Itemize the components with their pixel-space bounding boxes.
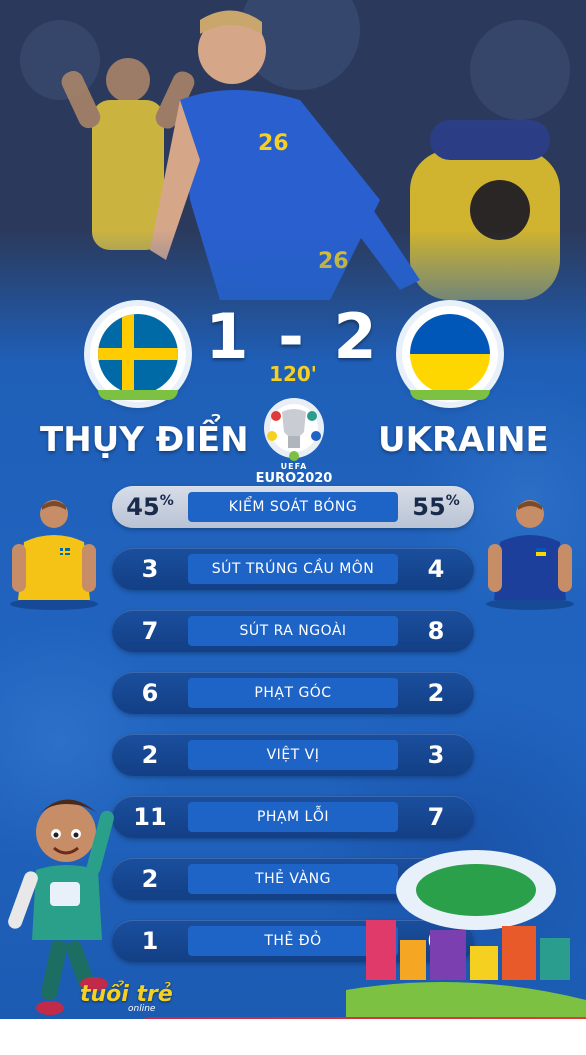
away-team-name: UKRAINE bbox=[378, 420, 549, 460]
stat-home-value: 2 bbox=[141, 865, 159, 893]
svg-text:26: 26 bbox=[258, 131, 289, 156]
stat-label: SÚT TRÚNG CẦU MÔN bbox=[188, 554, 398, 584]
stat-home-value: 11 bbox=[133, 803, 167, 831]
stat-away-value: 8 bbox=[427, 617, 445, 645]
footer-bar bbox=[0, 1019, 586, 1055]
brand-logo-sub: online bbox=[128, 1004, 156, 1014]
stat-label: KIỂM SOÁT BÓNG bbox=[188, 492, 398, 522]
stat-home-value: 7 bbox=[141, 617, 159, 645]
home-team-name: THỤY ĐIỂN bbox=[40, 420, 249, 460]
stat-home-value: 45% bbox=[126, 493, 174, 521]
match-time: 120' bbox=[269, 362, 317, 386]
stat-row: 7 SÚT RA NGOÀI 8 bbox=[112, 610, 474, 652]
stat-row: 3 SÚT TRÚNG CẦU MÔN 4 bbox=[112, 548, 474, 590]
brand-logo: tuổi trẻ bbox=[80, 982, 173, 1007]
stat-row: 2 VIỆT VỊ 3 bbox=[112, 734, 474, 776]
stat-label: SÚT RA NGOÀI bbox=[188, 616, 398, 646]
euro-2020-wordmark: UEFA EURO2020 bbox=[255, 462, 333, 486]
stat-away-value: 55% bbox=[412, 493, 460, 521]
stat-home-value: 2 bbox=[141, 741, 159, 769]
ukraine-player-illustration bbox=[482, 492, 578, 612]
stat-away-value: 2 bbox=[427, 679, 445, 707]
stat-row: 45% KIỂM SOÁT BÓNG 55% bbox=[112, 486, 474, 528]
stat-label: VIỆT VỊ bbox=[188, 740, 398, 770]
stat-label: PHẠM LỖI bbox=[188, 802, 398, 832]
stat-home-value: 6 bbox=[141, 679, 159, 707]
stat-label: PHẠT GÓC bbox=[188, 678, 398, 708]
stat-away-value: 3 bbox=[427, 741, 445, 769]
city-stadium-illustration bbox=[346, 830, 586, 1020]
stat-away-value: 4 bbox=[427, 555, 445, 583]
stat-home-value: 1 bbox=[141, 927, 159, 955]
stat-home-value: 3 bbox=[141, 555, 159, 583]
stat-row: 6 PHẠT GÓC 2 bbox=[112, 672, 474, 714]
sweden-player-illustration bbox=[6, 492, 102, 612]
